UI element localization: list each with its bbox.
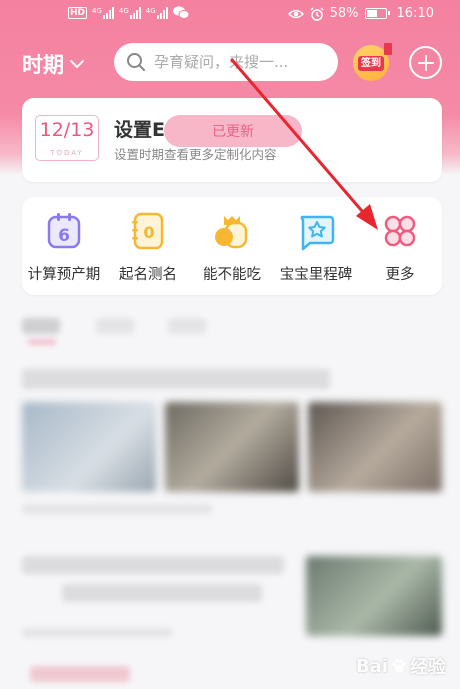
watermark-text: Bai xyxy=(355,655,388,677)
watermark-suffix: 经验 xyxy=(410,657,446,678)
signal-3: 4G xyxy=(146,6,168,19)
feed-image[interactable] xyxy=(22,402,156,492)
battery-icon xyxy=(364,8,390,19)
search-bar[interactable] xyxy=(114,43,338,81)
clock: 16:10 xyxy=(396,6,434,21)
tool-label: 起名测名 xyxy=(119,267,177,283)
calendar-today: TODAY xyxy=(50,149,84,157)
baidu-watermark: Bai 经验 xyxy=(356,653,446,679)
tool-label: 计算预产期 xyxy=(27,267,101,283)
feed-tab[interactable] xyxy=(168,318,206,334)
more-grid-icon xyxy=(384,215,416,247)
checkin-label: 签到 xyxy=(358,55,384,71)
status-bar: HD 4G 4G 4G 58% 16:10 xyxy=(0,0,460,30)
battery-percent: 58% xyxy=(329,6,359,21)
signal-icon xyxy=(156,6,168,19)
feed-meta-placeholder xyxy=(22,504,212,514)
name-test-icon: 0 xyxy=(132,212,164,250)
feed-tab-indicator xyxy=(28,340,56,344)
signal-2: 4G xyxy=(119,6,141,19)
period-selector[interactable]: 时期 xyxy=(22,49,85,79)
feed-tab[interactable] xyxy=(96,318,134,334)
calendar-icon: 12/13 TODAY xyxy=(35,115,99,161)
wechat-icon xyxy=(172,6,189,19)
chevron-down-icon xyxy=(70,60,84,68)
feed-title-placeholder xyxy=(22,556,284,574)
feed-title-placeholder xyxy=(30,666,130,682)
feed-image[interactable] xyxy=(308,402,442,492)
tool-label: 更多 xyxy=(385,267,415,283)
hd-badge: HD xyxy=(68,6,88,19)
add-button[interactable] xyxy=(409,46,442,79)
search-icon xyxy=(127,53,145,71)
signal-icon xyxy=(102,6,114,19)
feed-meta-placeholder xyxy=(22,628,172,637)
tool-label: 能不能吃 xyxy=(203,267,261,283)
name-test-number: 0 xyxy=(143,223,154,242)
can-eat-icon xyxy=(215,216,248,249)
tool-baby-milestone[interactable]: 宝宝里程碑 xyxy=(274,197,358,295)
tool-can-eat[interactable]: 能不能吃 xyxy=(190,197,274,295)
updated-toast: 已更新 xyxy=(164,115,302,147)
period-label: 时期 xyxy=(22,53,64,77)
feed-tab-active[interactable] xyxy=(22,318,60,334)
feed-title-placeholder xyxy=(22,369,330,389)
tool-name-test[interactable]: 0 起名测名 xyxy=(106,197,190,295)
top-nav: 时期 签到 xyxy=(0,40,460,84)
plus-icon xyxy=(417,54,434,71)
tools-card: 6 计算预产期 0 起名测名 能不能吃 宝宝里程碑 更多 xyxy=(22,197,442,295)
paw-icon xyxy=(392,659,406,673)
tool-more[interactable]: 更多 xyxy=(358,197,442,295)
baby-milestone-icon xyxy=(300,215,335,251)
tool-due-date[interactable]: 6 计算预产期 xyxy=(22,197,106,295)
tool-label: 宝宝里程碑 xyxy=(279,267,353,283)
due-date-number: 6 xyxy=(58,226,70,246)
feed-title-placeholder xyxy=(62,584,262,602)
checkin-button[interactable]: 签到 xyxy=(353,43,392,81)
search-input[interactable] xyxy=(154,53,324,71)
eye-icon xyxy=(287,9,304,18)
feed-image[interactable] xyxy=(165,402,299,492)
due-date-calculator-icon: 6 xyxy=(47,213,81,249)
calendar-date: 12/13 xyxy=(39,119,95,141)
alarm-icon xyxy=(310,7,324,21)
feed-image[interactable] xyxy=(306,556,442,636)
signal-icon xyxy=(129,6,141,19)
card-title: 设置E xyxy=(114,119,165,141)
signal-1: 4G xyxy=(92,6,114,19)
